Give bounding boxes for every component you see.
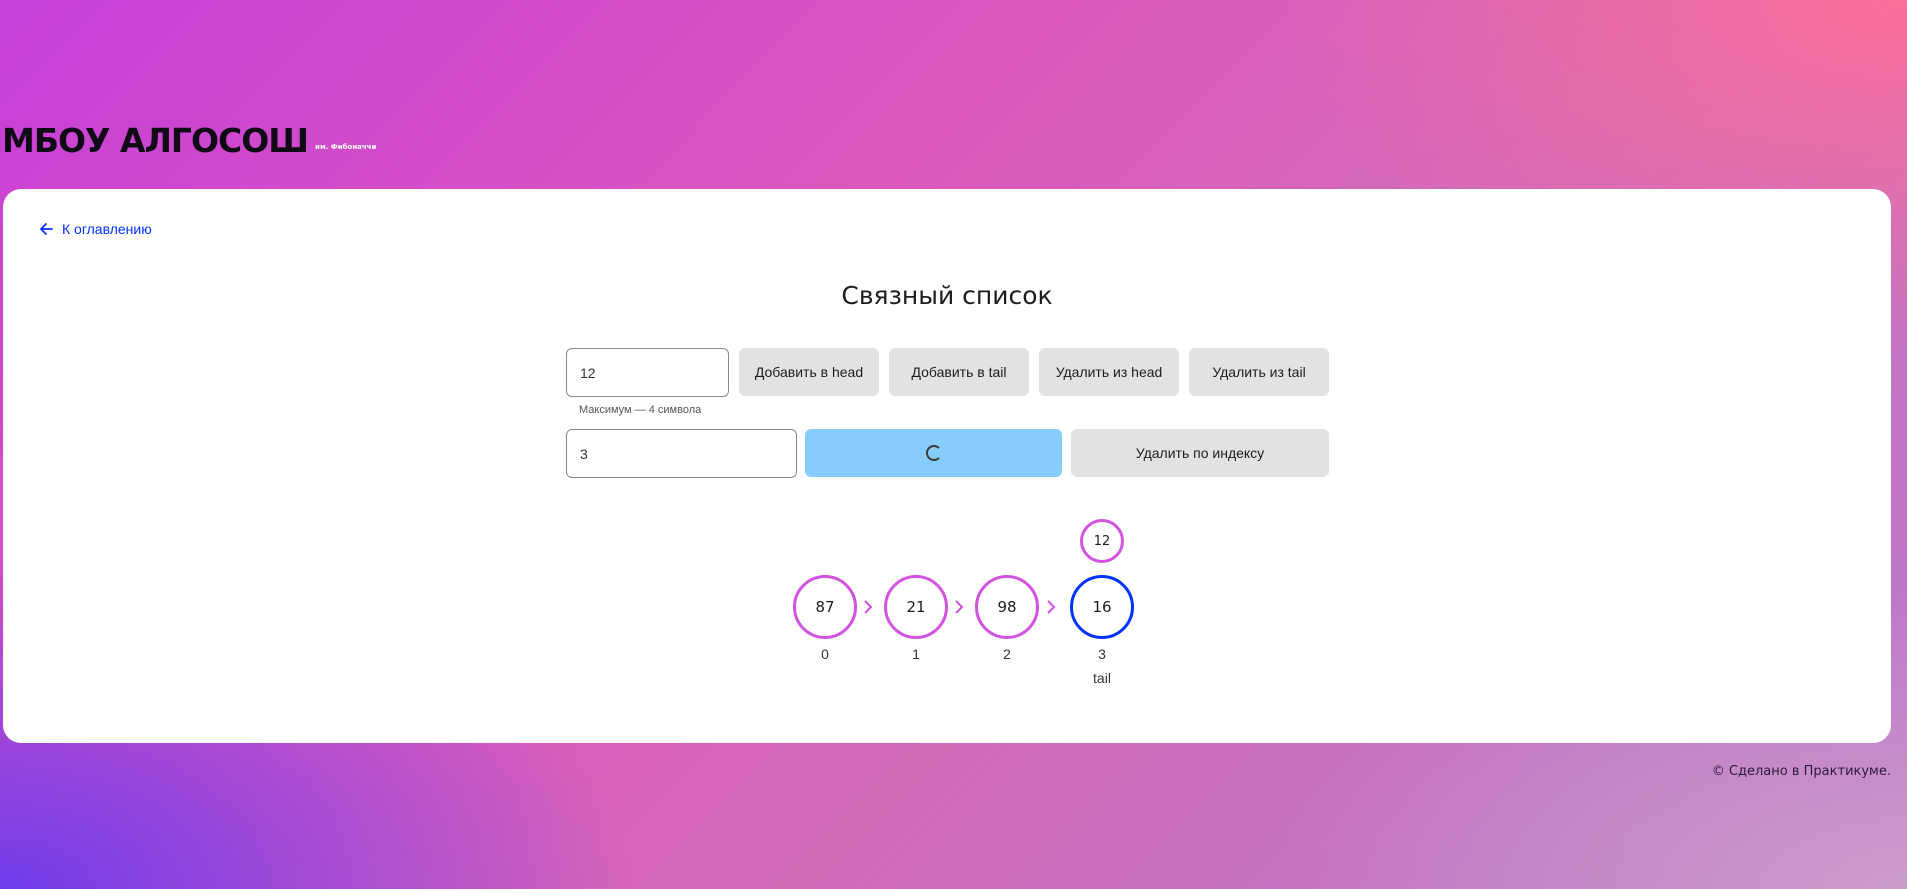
logo-title: МБОУ АЛГОСОШ (2, 121, 309, 160)
remove-tail-button[interactable]: Удалить из tail (1189, 348, 1329, 396)
pending-node: 12 (1080, 519, 1124, 563)
list-node-changing: 16 (1070, 575, 1134, 639)
page-title: Связный список (841, 281, 1053, 310)
list-node: 21 (884, 575, 948, 639)
list-node: 98 (975, 575, 1039, 639)
index-input[interactable]: 3 (566, 429, 797, 478)
list-node-index: 0 (821, 646, 829, 662)
value-input-text: 12 (580, 364, 596, 381)
main-card: К оглавлению Связный список 12 Максимум … (3, 189, 1891, 743)
add-by-index-button[interactable] (805, 429, 1062, 477)
remove-head-button[interactable]: Удалить из head (1039, 348, 1179, 396)
list-node-value: 21 (906, 598, 926, 616)
add-head-button[interactable]: Добавить в head (739, 348, 879, 396)
list-node: 87 (793, 575, 857, 639)
list-node-value: 98 (997, 598, 1017, 616)
chevron-right-icon (1047, 600, 1056, 614)
remove-by-index-button[interactable]: Удалить по индексу (1071, 429, 1329, 477)
index-input-text: 3 (580, 445, 588, 462)
list-node-index: 1 (912, 646, 920, 662)
back-link[interactable]: К оглавлению (39, 221, 152, 237)
value-input-hint: Максимум — 4 символа (579, 404, 702, 416)
list-node-value: 16 (1092, 598, 1112, 616)
list-node-value: 87 (815, 598, 835, 616)
footer-text: © Сделано в Практикуме. (1711, 764, 1891, 779)
logo-subtitle: им. Фибоначчи (315, 143, 377, 151)
pending-node-value: 12 (1093, 533, 1111, 549)
chevron-right-icon (864, 600, 873, 614)
logo: МБОУ АЛГОСОШ им. Фибоначчи (2, 124, 376, 157)
value-input[interactable]: 12 (566, 348, 729, 397)
loader-icon (925, 445, 942, 461)
list-node-index: 3 (1098, 646, 1106, 662)
arrow-left-icon (40, 223, 53, 235)
back-link-label: К оглавлению (62, 221, 152, 237)
chevron-right-icon (955, 600, 964, 614)
list-node-index: 2 (1003, 646, 1011, 662)
add-tail-button[interactable]: Добавить в tail (889, 348, 1029, 396)
tail-label: tail (1093, 670, 1111, 686)
